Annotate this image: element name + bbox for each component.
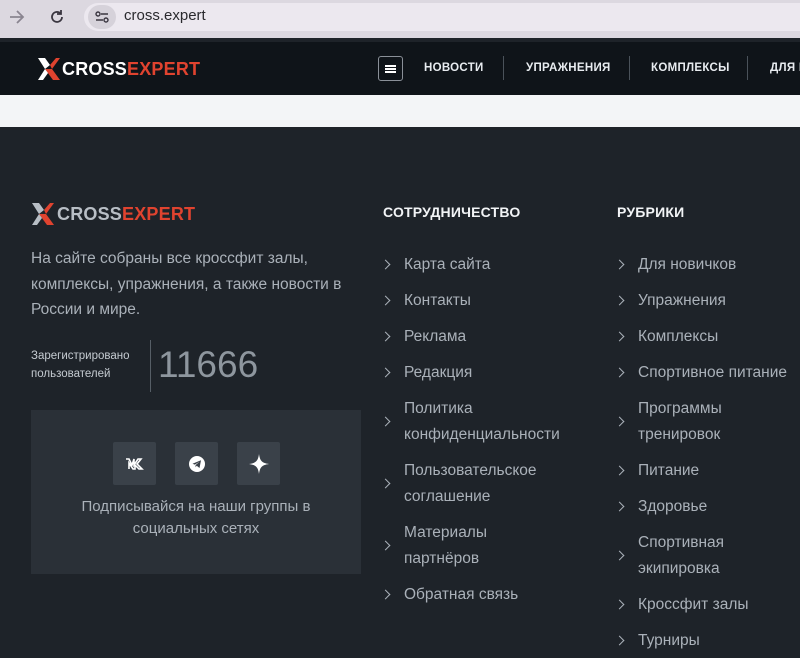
rubrics-title: РУБРИКИ	[617, 204, 685, 220]
footer-link-programs[interactable]: Программы тренировок	[638, 396, 722, 448]
nav-complexes[interactable]: КОМПЛЕКСЫ	[651, 62, 730, 74]
link-line: соглашение	[404, 488, 491, 505]
site-description: На сайте собраны все кроссфит залы, комп…	[31, 250, 342, 318]
social-text: Подписывайся на наши группы в социальных…	[81, 498, 311, 537]
telegram-icon[interactable]	[175, 442, 218, 485]
reload-icon[interactable]	[44, 6, 70, 28]
registered-divider	[150, 340, 151, 392]
footer-link-complexes[interactable]: Комплексы	[638, 324, 718, 350]
footer-link-health[interactable]: Здоровье	[638, 494, 707, 520]
logo-mark-icon	[32, 203, 54, 225]
footer-link-feedback[interactable]: Обратная связь	[404, 582, 518, 608]
nav-divider	[629, 56, 630, 80]
nav-exercises[interactable]: УПРАЖНЕНИЯ	[526, 62, 611, 74]
registered-label-line1: Зарегистрировано	[31, 350, 130, 362]
sparkle-icon[interactable]	[237, 442, 280, 485]
social-box: Подписывайся на наши группы в социальных…	[31, 410, 361, 574]
header-logo[interactable]: CROSSEXPERT	[36, 55, 200, 83]
footer-link-beginners[interactable]: Для новичков	[638, 252, 736, 278]
footer-link-tournaments[interactable]: Турниры	[638, 628, 700, 654]
registered-label-line2: пользователей	[31, 368, 111, 380]
footer-link-exercises[interactable]: Упражнения	[638, 288, 726, 314]
footer-link-contacts[interactable]: Контакты	[404, 288, 471, 314]
link-line: экипировка	[638, 560, 720, 577]
logo-mark-icon	[38, 58, 60, 80]
nav-divider	[747, 56, 748, 80]
footer-logo-expert-text: EXPERT	[122, 203, 196, 224]
content-strip	[0, 95, 800, 127]
footer-link-agreement[interactable]: Пользовательское соглашение	[404, 458, 537, 510]
registered-count: 11666	[158, 344, 259, 385]
footer-link-gyms[interactable]: Кроссфит залы	[638, 592, 749, 618]
site-info-icon[interactable]	[88, 5, 116, 29]
footer-link-partners[interactable]: Материалы партнёров	[404, 520, 487, 572]
back-arrow-icon[interactable]	[4, 6, 30, 28]
logo-cross-text: CROSS	[62, 58, 128, 79]
url-text[interactable]: cross.expert	[124, 7, 206, 24]
link-line: Материалы	[404, 524, 487, 541]
footer-link-nutrition[interactable]: Питание	[638, 458, 699, 484]
link-line: Программы	[638, 400, 722, 417]
vk-icon[interactable]	[113, 442, 156, 485]
link-line: тренировок	[638, 426, 721, 443]
link-line: Пользовательское	[404, 462, 537, 479]
link-line: Спортивная	[638, 534, 725, 551]
registered-label: Зарегистрировано пользователей	[31, 347, 130, 383]
link-line: Политика	[404, 400, 473, 417]
link-line: конфиденциальности	[404, 426, 560, 443]
footer-link-equipment[interactable]: Спортивная экипировка	[638, 530, 724, 582]
nav-divider	[503, 56, 504, 80]
footer-link-privacy[interactable]: Политика конфиденциальности	[404, 396, 560, 448]
link-line: партнёров	[404, 550, 480, 567]
footer-link-sport-nutrition[interactable]: Спортивное питание	[638, 360, 800, 386]
nav-news[interactable]: НОВОСТИ	[424, 62, 484, 74]
cooperation-title: СОТРУДНИЧЕСТВО	[383, 204, 521, 220]
footer-logo-cross-text: CROSS	[57, 203, 123, 224]
footer-logo[interactable]: CROSSEXPERT	[30, 200, 195, 228]
footer-link-editorial[interactable]: Редакция	[404, 360, 472, 386]
footer-link-sitemap[interactable]: Карта сайта	[404, 252, 490, 278]
nav-for-beginners[interactable]: ДЛЯ Н	[770, 62, 800, 74]
menu-icon[interactable]	[378, 56, 403, 81]
footer-link-ads[interactable]: Реклама	[404, 324, 466, 350]
logo-expert-text: EXPERT	[127, 58, 201, 79]
browser-toolbar: cross.expert	[0, 0, 800, 38]
